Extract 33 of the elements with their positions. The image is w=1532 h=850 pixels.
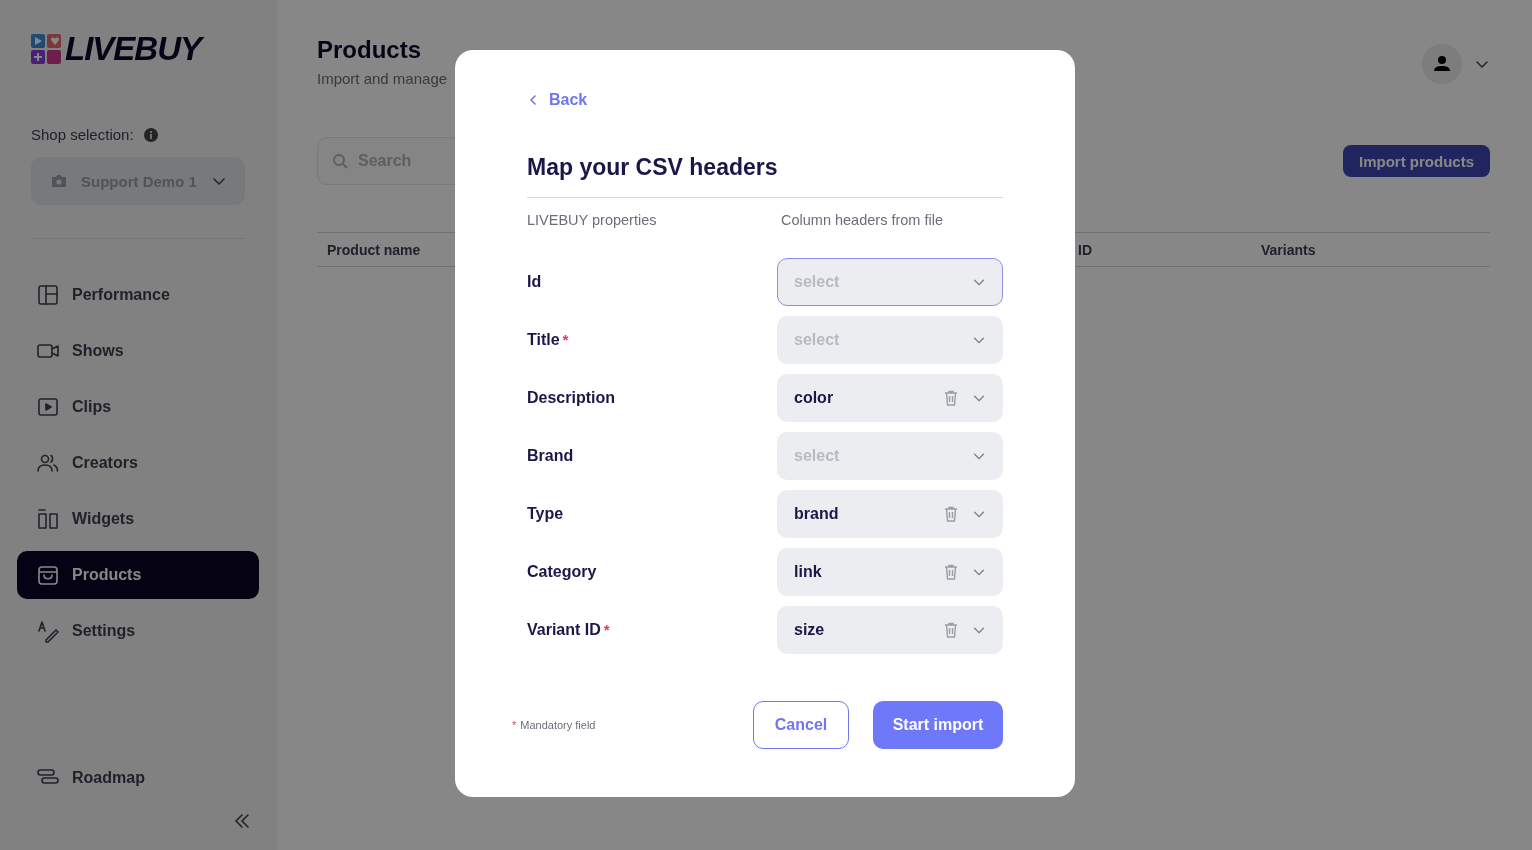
column-select[interactable]: color — [777, 374, 1003, 422]
property-label: Category — [527, 563, 598, 581]
cancel-button[interactable]: Cancel — [753, 701, 849, 749]
import-products-button[interactable]: Import products — [1343, 145, 1490, 177]
property-label: Description — [527, 389, 616, 407]
nav-item[interactable]: Creators — [17, 439, 259, 487]
nav-item[interactable]: Performance — [17, 271, 259, 319]
column-header: LIVEBUY properties — [527, 212, 658, 228]
column-select[interactable]: size — [777, 606, 1003, 654]
logo-text: LIVEBUY — [65, 30, 202, 68]
column-header: Variants — [1261, 241, 1317, 258]
page-title: Products — [317, 36, 422, 64]
column-header: Column headers from file — [781, 212, 944, 228]
property-label: Variant ID * — [527, 621, 611, 639]
property-label: Brand — [527, 447, 575, 465]
property-label: Title * — [527, 331, 570, 349]
nav-item[interactable]: Products — [17, 551, 259, 599]
page-subtitle: Import and manage — [317, 70, 448, 87]
shop-selection-label: Shop selection: — [31, 126, 134, 143]
column-select[interactable]: brand — [777, 490, 1003, 538]
column-header: Product name — [327, 241, 422, 258]
nav-item[interactable]: Shows — [17, 327, 259, 375]
back-link[interactable]: Back — [527, 88, 588, 112]
column-select[interactable]: link — [777, 548, 1003, 596]
nav-item[interactable]: Clips — [17, 383, 259, 431]
column-header: ID — [1078, 241, 1093, 258]
mandatory-note: * Mandatory field — [512, 719, 597, 731]
nav-item[interactable]: Widgets — [17, 495, 259, 543]
property-label: Id — [527, 273, 543, 291]
start-import-button[interactable]: Start import — [873, 701, 1003, 749]
nav-item[interactable]: Settings — [17, 607, 259, 655]
nav-item[interactable]: Roadmap — [17, 754, 259, 802]
property-label: Type — [527, 505, 565, 523]
